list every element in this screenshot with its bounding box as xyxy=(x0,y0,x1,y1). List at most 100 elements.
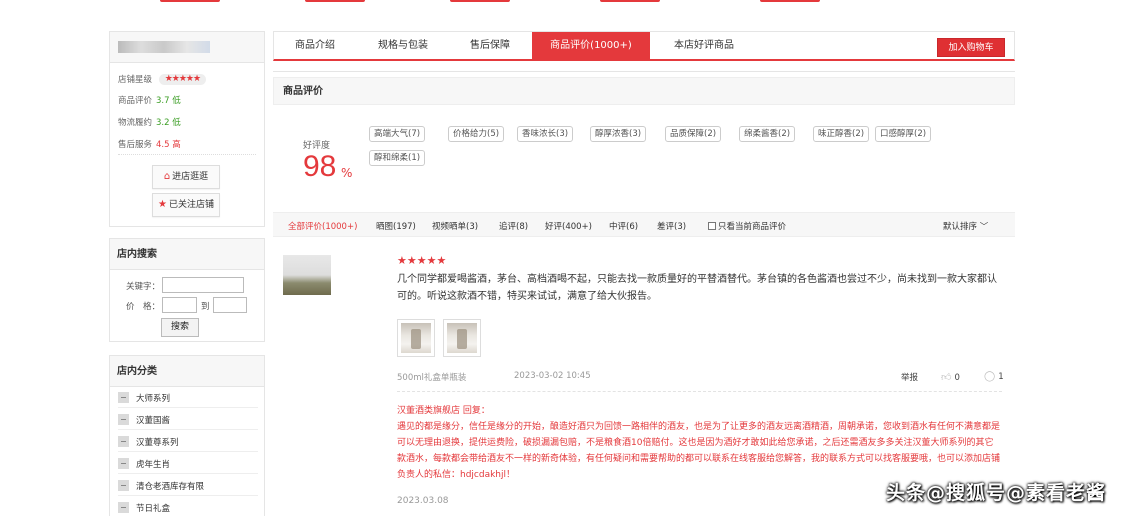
comment-icon: ◯ xyxy=(984,371,996,382)
review-tag[interactable]: 绵柔酱香(2) xyxy=(739,126,796,142)
shop-info-panel: 店铺星级 ★★★★★ 商品评价 3.7 低 物流履约 3.2 低 售后服务 4.5 高… xyxy=(109,31,265,227)
review-tag[interactable]: 品质保障(2) xyxy=(665,126,722,142)
filter-followup[interactable]: 追评(8) xyxy=(499,220,528,232)
reply-date: 2023.03.08 xyxy=(397,496,449,506)
review-tag[interactable]: 醇和绵柔(1) xyxy=(369,150,426,166)
star-icons: ★★★★★ xyxy=(164,74,201,84)
shop-category-panel: 店内分类 大师系列 汉董国酱 汉董尊系列 虎年生肖 清仓老酒库存有限 节日礼盒 xyxy=(109,355,265,516)
review-tag[interactable]: 价格给力(5) xyxy=(448,126,505,142)
tab-after-sales[interactable]: 售后保障 xyxy=(450,32,530,60)
review-section-title: 商品评价 xyxy=(273,77,1015,105)
keyword-label: 关键字： xyxy=(126,282,161,292)
tab-spec-package[interactable]: 规格与包装 xyxy=(356,32,450,60)
review-photo-thumbnail[interactable] xyxy=(443,319,481,357)
filter-video[interactable]: 视频晒单(3) xyxy=(432,220,478,232)
follow-shop-button[interactable]: ★ 已关注店铺 xyxy=(152,193,220,217)
metric-row-product: 商品评价 3.7 低 xyxy=(118,94,181,106)
checkbox-icon[interactable] xyxy=(708,222,716,230)
sort-dropdown[interactable]: 默认排序 ﹀ xyxy=(943,220,988,232)
collapse-icon xyxy=(118,436,129,447)
review-stars: ★★★★★ xyxy=(397,254,447,267)
price-to-label: 到 xyxy=(201,302,210,312)
price-label: 价 格： xyxy=(126,302,161,312)
keyword-input[interactable] xyxy=(162,277,244,293)
filter-negative[interactable]: 差评(3) xyxy=(657,220,686,232)
review-tag[interactable]: 口感醇厚(2) xyxy=(875,126,932,142)
price-min-input[interactable] xyxy=(162,297,197,313)
metric-label: 售后服务 xyxy=(118,140,153,150)
positive-rate-value: 98 xyxy=(303,150,337,183)
metric-label: 商品评价 xyxy=(118,96,153,106)
divider xyxy=(273,71,1015,72)
review-date: 2023-03-02 10:45 xyxy=(514,371,591,381)
collapse-icon xyxy=(118,414,129,425)
review-tag[interactable]: 香味浓长(3) xyxy=(517,126,574,142)
category-item[interactable]: 虎年生肖 xyxy=(118,454,258,474)
collapse-icon xyxy=(118,480,129,491)
comment-button[interactable]: ◯ 1 xyxy=(984,371,1004,382)
like-count: 0 xyxy=(954,373,960,383)
search-button[interactable]: 搜索 xyxy=(161,318,199,337)
filter-all[interactable]: 全部评价(1000+) xyxy=(288,220,357,232)
review-photo-thumbnail[interactable] xyxy=(397,319,435,357)
category-label: 大师系列 xyxy=(136,394,171,404)
category-item[interactable]: 大师系列 xyxy=(118,388,258,408)
search-title: 店内搜索 xyxy=(110,239,264,270)
report-button[interactable]: 举报 xyxy=(901,371,918,383)
shop-rating-row: 店铺星级 ★★★★★ xyxy=(118,73,207,85)
shop-search-panel: 店内搜索 关键字： 价 格： 到 搜索 xyxy=(109,238,265,342)
filter-photos[interactable]: 晒图(197) xyxy=(376,220,416,232)
shop-rating-stars: ★★★★★ xyxy=(158,74,207,85)
review-text: 几个同学都爱喝酱酒，茅台、高档酒喝不起，只能去找一款质量好的平替酒替代。茅台镇的… xyxy=(397,274,997,302)
enter-shop-button[interactable]: ⌂ 进店逛逛 xyxy=(152,165,220,189)
metric-row-service: 售后服务 4.5 高 xyxy=(118,138,181,150)
category-item[interactable]: 汉董国酱 xyxy=(118,410,258,430)
metric-row-logistics: 物流履约 3.2 低 xyxy=(118,116,181,128)
category-label: 虎年生肖 xyxy=(136,460,171,470)
positive-rate-unit: % xyxy=(341,166,353,180)
seller-reply: 汉董酒类旗舰店 回复： 遇见的都是缘分，信任是缘分的开始，酿造好酒只为回馈一路相… xyxy=(397,403,1002,483)
shop-name[interactable] xyxy=(110,32,264,63)
category-item[interactable]: 清仓老酒库存有限 xyxy=(118,476,258,496)
metric-value: 3.7 低 xyxy=(156,96,181,106)
thumbs-up-icon: 👍︎ xyxy=(941,372,952,383)
collapse-icon xyxy=(118,458,129,469)
collapse-icon xyxy=(118,392,129,403)
enter-shop-label: 进店逛逛 xyxy=(172,172,209,182)
review-tag[interactable]: 高端大气(7) xyxy=(369,126,426,142)
star-icon: ★ xyxy=(158,199,167,210)
reply-text: 遇见的都是缘分，信任是缘分的开始，酿造好酒只为回馈一路相伴的酒友，也是为了让更多… xyxy=(397,422,1001,480)
category-item[interactable]: 汉董尊系列 xyxy=(118,432,258,452)
divider xyxy=(397,391,1002,392)
shop-rating-label: 店铺星级 xyxy=(118,75,153,85)
like-button[interactable]: 👍︎ 0 xyxy=(941,371,960,383)
category-label: 节日礼盒 xyxy=(136,504,171,514)
follow-shop-label: 已关注店铺 xyxy=(168,200,214,210)
photo-placeholder xyxy=(401,323,431,353)
sort-label: 默认排序 xyxy=(943,222,978,232)
filter-neutral[interactable]: 中评(6) xyxy=(609,220,638,232)
watermark-text: 头条@搜狐号@素看老酱 xyxy=(886,482,1107,504)
category-label: 清仓老酒库存有限 xyxy=(136,482,205,492)
only-current-label: 只看当前商品评价 xyxy=(718,222,787,232)
only-current-checkbox[interactable]: 只看当前商品评价 xyxy=(708,220,786,232)
shop-name-blurred xyxy=(118,41,210,53)
tab-product-intro[interactable]: 商品介绍 xyxy=(274,32,356,60)
price-max-input[interactable] xyxy=(213,297,247,313)
home-icon: ⌂ xyxy=(163,171,171,182)
tab-shop-good-reviews[interactable]: 本店好评商品 xyxy=(652,32,756,60)
review-tag[interactable]: 醇厚浓香(3) xyxy=(590,126,647,142)
divider xyxy=(118,154,256,155)
reply-header: 汉董酒类旗舰店 回复： xyxy=(397,406,490,416)
top-strip xyxy=(0,0,1141,6)
metric-value: 4.5 高 xyxy=(156,140,181,150)
reviewer-avatar xyxy=(283,255,331,295)
category-item[interactable]: 节日礼盒 xyxy=(118,498,258,516)
comment-count: 1 xyxy=(998,372,1004,382)
tab-reviews[interactable]: 商品评价(1000+) xyxy=(532,32,650,60)
filter-positive[interactable]: 好评(400+) xyxy=(545,220,592,232)
add-to-cart-button[interactable]: 加入购物车 xyxy=(937,38,1005,57)
metric-value: 3.2 低 xyxy=(156,118,181,128)
category-title: 店内分类 xyxy=(110,356,264,387)
review-tag[interactable]: 味正醇香(2) xyxy=(813,126,870,142)
